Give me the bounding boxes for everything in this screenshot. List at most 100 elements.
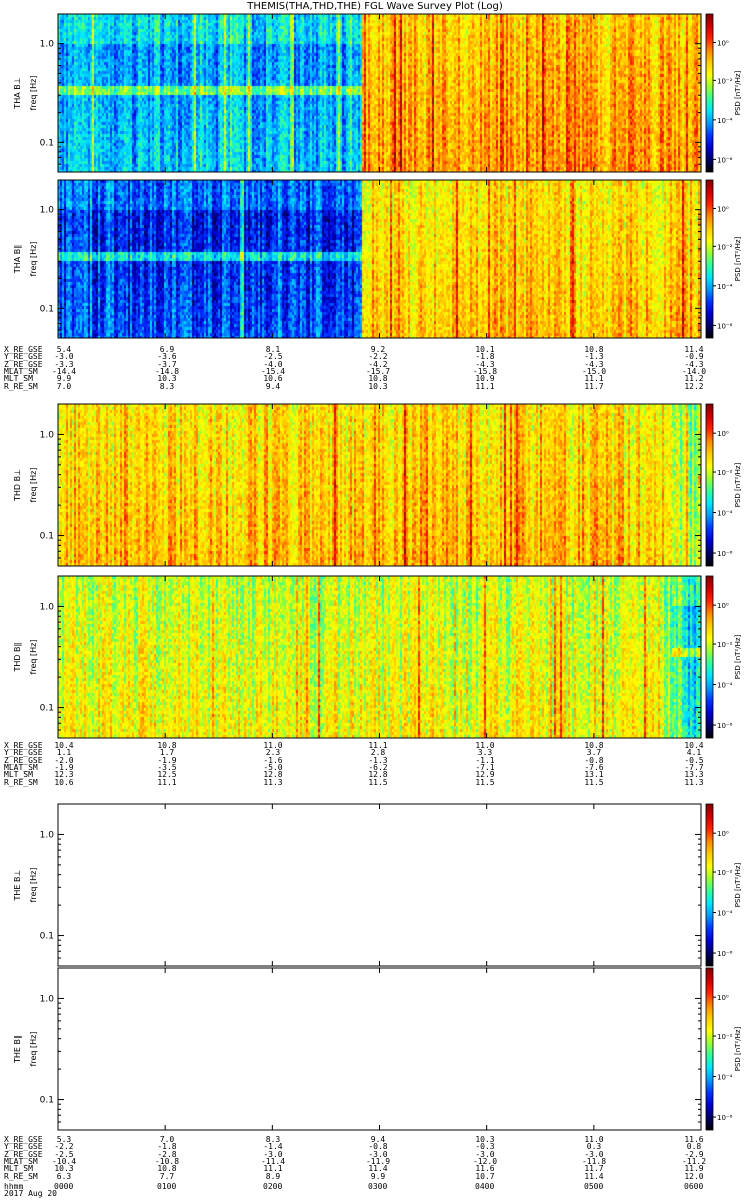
time-tick-label: 0400 [475,1182,495,1191]
time-tick-label: 0100 [157,1182,177,1191]
colorbar-label: PSD [nT²/Hz] [734,70,742,115]
ephemeris-value: 9.4 [265,381,281,391]
y-tick-label: 0.1 [40,532,54,542]
ephemeris-value: 11.3 [684,777,704,787]
ephemeris-value: 10.6 [54,777,74,787]
colorbar [705,403,714,567]
colorbar-tick-label: 10⁻² [717,1033,733,1041]
ephemeris-value: 7.7 [159,1171,175,1181]
ephemeris-value: 10.3 [368,381,388,391]
colorbar [705,967,714,1131]
y-axis-label: THE B∥ [13,1035,22,1064]
panel-5: 1.0 0.1 THE B⊥ freq [Hz] 10⁰ 10⁻² 10⁻⁴ 10⁻⁶ PSD … [13,803,742,967]
ephemeris-value: 7.0 [56,381,72,391]
y-tick-label: 0.1 [40,932,54,942]
y-axis-label: THE B⊥ [13,869,22,901]
colorbar-tick-label: 10⁻² [717,243,733,251]
y-tick-label: 0.1 [40,1096,54,1106]
y-axis-unit: freq [Hz] [29,468,38,503]
y-axis-unit: freq [Hz] [29,242,38,277]
colorbar-tick-label: 10⁻² [717,77,733,85]
colorbar-tick-label: 10⁰ [717,205,729,213]
y-axis-label: THD B⊥ [13,469,22,502]
y-axis-label: THA B⊥ [13,77,22,109]
ephemeris-value: 11.5 [475,777,495,787]
y-tick-label: 0.1 [40,304,54,314]
panel-background [58,968,701,1130]
y-axis-unit: freq [Hz] [29,868,38,903]
colorbar-label: PSD [nT²/Hz] [734,1026,742,1071]
ephemeris-value: 11.5 [368,777,388,787]
spectrogram-image [58,576,701,738]
colorbar-label: PSD [nT²/Hz] [734,462,742,507]
y-tick-label: 1.0 [40,206,55,216]
ephemeris-label: R_RE_SM [4,381,38,391]
panel-3: 1.0 0.1 THD B⊥ freq [Hz] 10⁰ 10⁻² 10⁻⁴ 10⁻⁶ PSD … [13,403,742,567]
colorbar-tick-label: 10⁻⁶ [717,950,733,958]
panel-background [58,804,701,966]
colorbar [705,13,714,173]
ephemeris-label: R_RE_SM [4,1171,38,1181]
colorbar-label: PSD [nT²/Hz] [734,862,742,907]
colorbar-tick-label: 10⁻⁶ [717,322,733,330]
ephemeris-value: 11.7 [584,381,604,391]
spectrogram-image [58,404,701,566]
panel-1: 1.0 0.1 THA B⊥ freq [Hz] 10⁰ 10⁻² 10⁻⁴ 10⁻⁶ PSD … [13,13,742,173]
colorbar-tick-label: 10⁻⁶ [717,156,733,164]
colorbar-tick-label: 10⁻⁴ [717,283,733,291]
time-tick-label: 0500 [584,1182,604,1191]
ephemeris-value: 8.3 [159,381,175,391]
y-axis-unit: freq [Hz] [29,1032,38,1067]
colorbar [705,803,714,967]
time-tick-label: 0300 [368,1182,388,1191]
panel-6: 1.0 0.1 THE B∥ freq [Hz] 10⁰ 10⁻² 10⁻⁴ 10⁻⁶ PSD … [13,967,742,1131]
colorbar-tick-label: 10⁻⁶ [717,1114,733,1122]
colorbar-tick-label: 10⁻² [717,469,733,477]
ephemeris-value: 6.3 [56,1171,72,1181]
colorbar-tick-label: 10⁻² [717,869,733,877]
colorbar-tick-label: 10⁻⁴ [717,1074,733,1082]
y-axis-unit: freq [Hz] [29,640,38,675]
ephemeris-value: 11.1 [157,777,177,787]
ephemeris-value: 10.7 [475,1171,495,1181]
time-tick-label: 0600 [684,1182,704,1191]
time-tick-label: 0000 [54,1182,74,1191]
colorbar-label: PSD [nT²/Hz] [734,634,742,679]
ephemeris-value: 12.2 [684,381,704,391]
ephemeris-value: 11.1 [475,381,495,391]
colorbar-tick-label: 10⁰ [717,830,729,838]
colorbar-tick-label: 10⁻⁴ [717,510,733,518]
spectrogram-image [58,14,701,172]
y-tick-label: 1.0 [40,830,55,840]
time-tick-label: 0200 [263,1182,283,1191]
spectrogram-figure: 1.0 0.1 THA B⊥ freq [Hz] 10⁰ 10⁻² 10⁻⁴ 10⁻⁶ PSD … [13,13,742,1131]
panel-4: 1.0 0.1 THD B∥ freq [Hz] 10⁰ 10⁻² 10⁻⁴ 10⁻⁶ PSD … [13,575,742,739]
colorbar-label: PSD [nT²/Hz] [734,236,742,281]
y-axis-unit: freq [Hz] [29,76,38,111]
colorbar-tick-label: 10⁰ [717,430,729,438]
ephemeris-value: 8.9 [265,1171,281,1181]
y-tick-label: 0.1 [40,138,54,148]
ephemeris-value: 9.9 [370,1171,386,1181]
y-tick-label: 1.0 [40,602,55,612]
colorbar-tick-label: 10⁻⁶ [717,550,733,558]
colorbar-tick-label: 10⁰ [717,39,729,47]
panel-2: 1.0 0.1 THA B∥ freq [Hz] 10⁰ 10⁻² 10⁻⁴ 10⁻⁶ PSD … [13,179,742,339]
spectrogram-image [58,180,701,338]
y-tick-label: 0.1 [40,704,54,714]
colorbar [705,575,714,739]
y-tick-label: 1.0 [40,40,55,50]
time-axis-date: 2017 Aug 20 [4,1189,57,1198]
y-axis-label: THA B∥ [13,245,22,274]
colorbar-tick-label: 10⁻⁶ [717,722,733,730]
colorbar-tick-label: 10⁰ [717,994,729,1002]
colorbar [705,179,714,339]
colorbar-tick-label: 10⁻⁴ [717,682,733,690]
colorbar-tick-label: 10⁰ [717,602,729,610]
y-tick-label: 1.0 [40,994,55,1004]
ephemeris-value: 11.4 [584,1171,604,1181]
ephemeris-value: 11.5 [584,777,604,787]
colorbar-tick-label: 10⁻² [717,641,733,649]
y-axis-label: THD B∥ [13,642,22,672]
y-tick-label: 1.0 [40,430,55,440]
